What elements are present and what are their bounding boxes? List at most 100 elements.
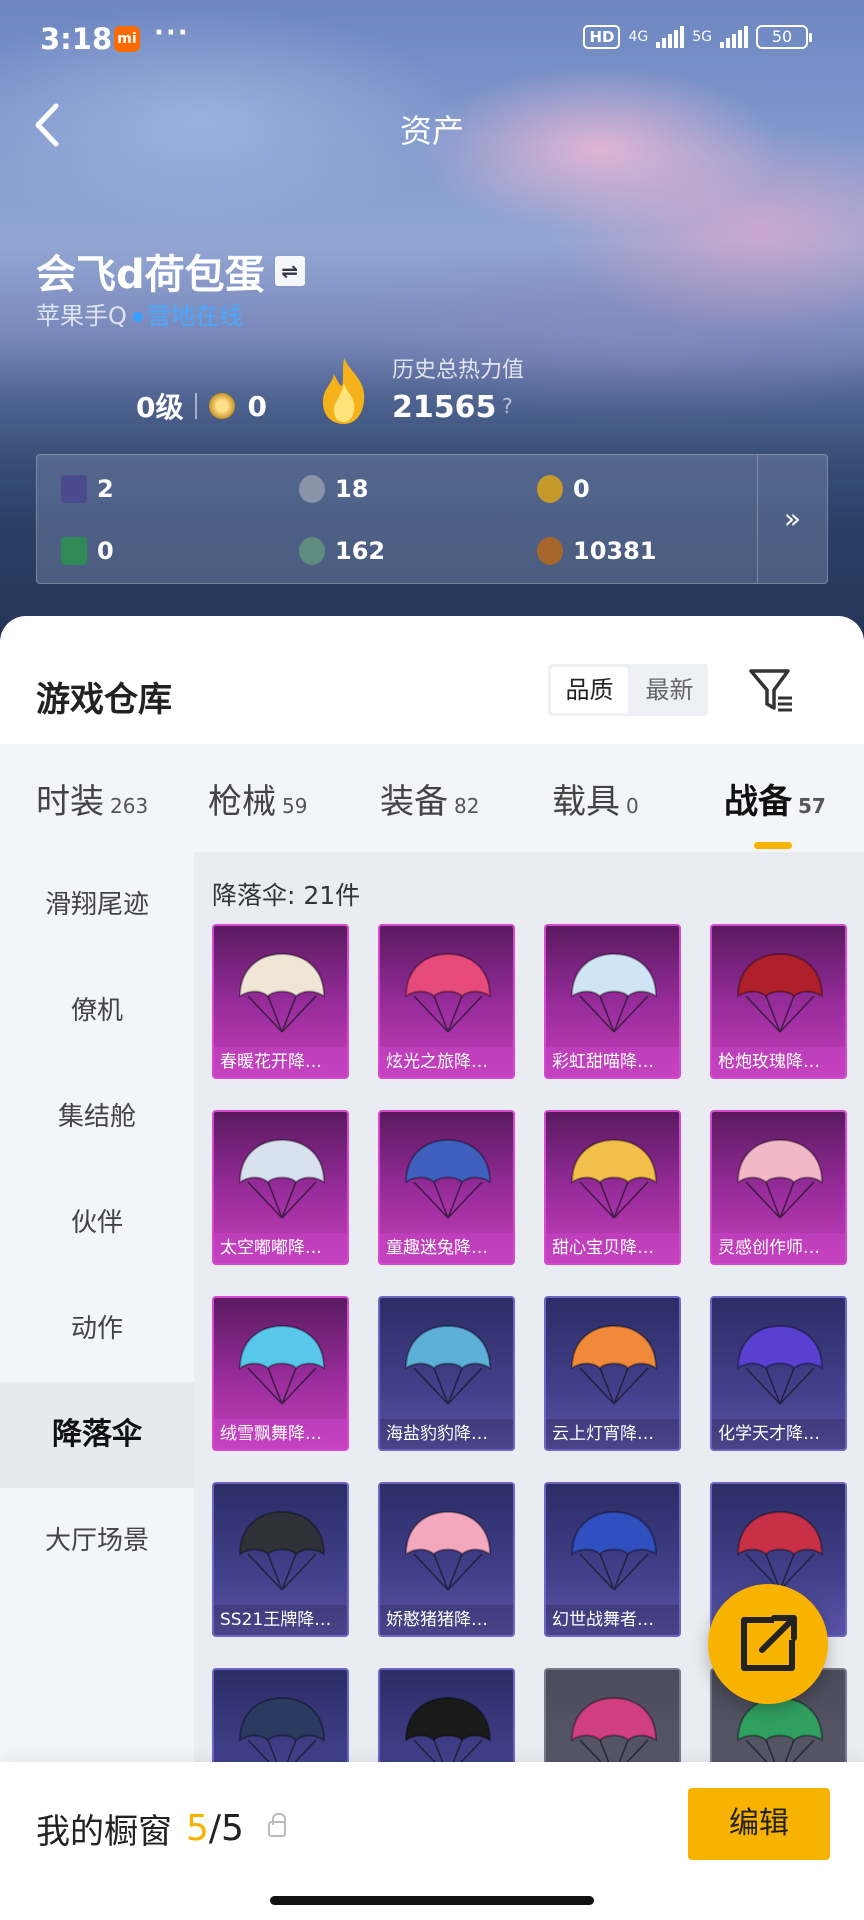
sidebar-item-parachute[interactable]: 降落伞	[0, 1382, 194, 1488]
home-indicator[interactable]	[270, 1896, 594, 1905]
parachute-item[interactable]: 枪炮玫瑰降…	[710, 924, 847, 1079]
tab-count: 59	[282, 793, 308, 818]
online-status: 营地在线	[146, 302, 243, 330]
edit-button[interactable]: 编辑	[688, 1788, 830, 1860]
sort-quality-option[interactable]: 品质	[551, 667, 628, 713]
tab-battle-gear[interactable]: 战备 57	[724, 774, 860, 849]
tab-count: 0	[626, 793, 639, 818]
showcase-separator: /	[208, 1808, 222, 1849]
parachute-label: 太空嘟嘟降…	[214, 1233, 347, 1263]
parachute-label: 春暖花开降…	[214, 1047, 347, 1077]
network-4g-label: 4G	[628, 29, 649, 45]
parachute-item[interactable]: 炫光之旅降…	[378, 924, 515, 1079]
parachute-label: 云上灯宵降…	[546, 1419, 679, 1449]
parachute-icon	[736, 1324, 824, 1405]
currency-value: 10381	[573, 537, 657, 565]
currency-value: 2	[97, 475, 114, 503]
tab-fashion[interactable]: 时装 263	[36, 774, 172, 823]
status-indicators: HD 4G 5G 50	[583, 25, 812, 49]
parachute-label: SS21王牌降…	[214, 1605, 347, 1635]
user-name-text: 会飞d荷包蛋	[36, 252, 265, 298]
level-value: 0级	[136, 391, 184, 424]
switch-account-icon[interactable]: ⇌	[274, 256, 305, 286]
level-row: 0级 0	[136, 386, 267, 426]
tab-equipment[interactable]: 装备 82	[380, 774, 516, 823]
sidebar-item-assembly-pod[interactable]: 集结舱	[0, 1064, 194, 1170]
parachute-item[interactable]: 海盐豹豹降…	[378, 1296, 515, 1451]
parachute-icon	[238, 952, 326, 1033]
heat-value: 21565	[392, 390, 497, 425]
sidebar-item-emote[interactable]: 动作	[0, 1276, 194, 1382]
tab-count: 57	[798, 793, 826, 818]
parachute-item[interactable]: 彩虹甜喵降…	[544, 924, 681, 1079]
parachute-label: 幻世战舞者…	[546, 1605, 679, 1635]
parachute-item[interactable]: 春暖花开降…	[212, 924, 349, 1079]
parachute-item[interactable]: 云上灯宵降…	[544, 1296, 681, 1451]
parachute-label: 娇憨猪猪降…	[380, 1605, 513, 1635]
tab-label: 时装	[36, 781, 104, 822]
battery-icon: 50	[756, 25, 812, 49]
tab-label: 装备	[380, 781, 448, 822]
currency-item: 18	[299, 475, 368, 503]
medal-count: 0	[247, 389, 267, 423]
tab-label: 战备	[724, 781, 792, 822]
showcase-total: 5	[221, 1808, 244, 1849]
warehouse-title: 游戏仓库	[36, 680, 172, 720]
share-button[interactable]	[708, 1584, 828, 1704]
parachute-item[interactable]: 绒雪飘舞降…	[212, 1296, 349, 1451]
currency-value: 162	[335, 537, 386, 565]
currency-panel[interactable]: 2 18 0 0 162 10381 »	[36, 454, 828, 584]
sidebar-item-lobby-scene[interactable]: 大厅场景	[0, 1488, 194, 1594]
parachute-item[interactable]: SS21王牌降…	[212, 1482, 349, 1637]
parachute-icon	[736, 952, 824, 1033]
sidebar-item-companion[interactable]: 伙伴	[0, 1170, 194, 1276]
bronze-coin-icon	[537, 537, 563, 565]
tab-count: 82	[454, 793, 480, 818]
parachute-label: 海盐豹豹降…	[380, 1419, 513, 1449]
tab-guns[interactable]: 枪械 59	[208, 774, 344, 823]
parachute-item[interactable]: 幻世战舞者…	[544, 1482, 681, 1637]
currency-value: 18	[335, 475, 369, 503]
platform-label: 苹果手Q	[36, 302, 127, 330]
showcase-used: 5	[186, 1808, 209, 1849]
double-chevron-icon[interactable]: »	[757, 455, 827, 583]
help-icon[interactable]: ?	[502, 394, 513, 418]
parachute-icon	[570, 1324, 658, 1405]
green-orb-icon	[299, 537, 325, 565]
parachute-item[interactable]: 甜心宝贝降…	[544, 1110, 681, 1265]
filter-icon[interactable]	[748, 666, 794, 714]
divider	[195, 393, 198, 419]
more-notifications-icon: ···	[154, 18, 190, 48]
showcase-title: 我的橱窗	[36, 1812, 172, 1852]
parachute-icon	[238, 1510, 326, 1591]
parachute-icon	[736, 1138, 824, 1219]
parachute-label: 化学天才降…	[712, 1419, 845, 1449]
parachute-label: 童趣迷兔降…	[380, 1233, 513, 1263]
parachute-label: 绒雪飘舞降…	[214, 1419, 347, 1449]
tab-label: 载具	[552, 781, 620, 822]
page-title: 资产	[399, 112, 464, 150]
sort-newest-option[interactable]: 最新	[631, 664, 708, 716]
parachute-item[interactable]: 太空嘟嘟降…	[212, 1110, 349, 1265]
user-subtitle: 苹果手Q 营地在线	[36, 296, 243, 331]
currency-value: 0	[573, 475, 590, 503]
tab-vehicles[interactable]: 载具 0	[552, 774, 688, 823]
gold-coin-icon	[537, 475, 563, 503]
parachute-item[interactable]: 娇憨猪猪降…	[378, 1482, 515, 1637]
parachute-item[interactable]: 化学天才降…	[710, 1296, 847, 1451]
sidebar-item-wingman[interactable]: 僚机	[0, 958, 194, 1064]
hd-voice-icon: HD	[583, 25, 621, 49]
sidebar-item-glide-trail[interactable]: 滑翔尾迹	[0, 852, 194, 958]
parachute-item[interactable]: 童趣迷兔降…	[378, 1110, 515, 1265]
parachute-label: 灵感创作师…	[712, 1233, 845, 1263]
parachute-item[interactable]: 灵感创作师…	[710, 1110, 847, 1265]
parachute-label: 甜心宝贝降…	[546, 1233, 679, 1263]
signal-icon	[720, 26, 748, 48]
medal-icon	[209, 393, 236, 419]
silver-coin-icon	[299, 475, 325, 503]
parachute-icon	[404, 1138, 492, 1219]
card-icon	[61, 475, 87, 503]
assets-screen: 3:18 mi ··· HD 4G 5G 50 资产 会飞d荷包蛋 ⇌ 苹果手Q…	[0, 0, 864, 1920]
heat-label: 历史总热力值	[392, 358, 525, 383]
grid-heading: 降落伞: 21件	[212, 881, 361, 910]
